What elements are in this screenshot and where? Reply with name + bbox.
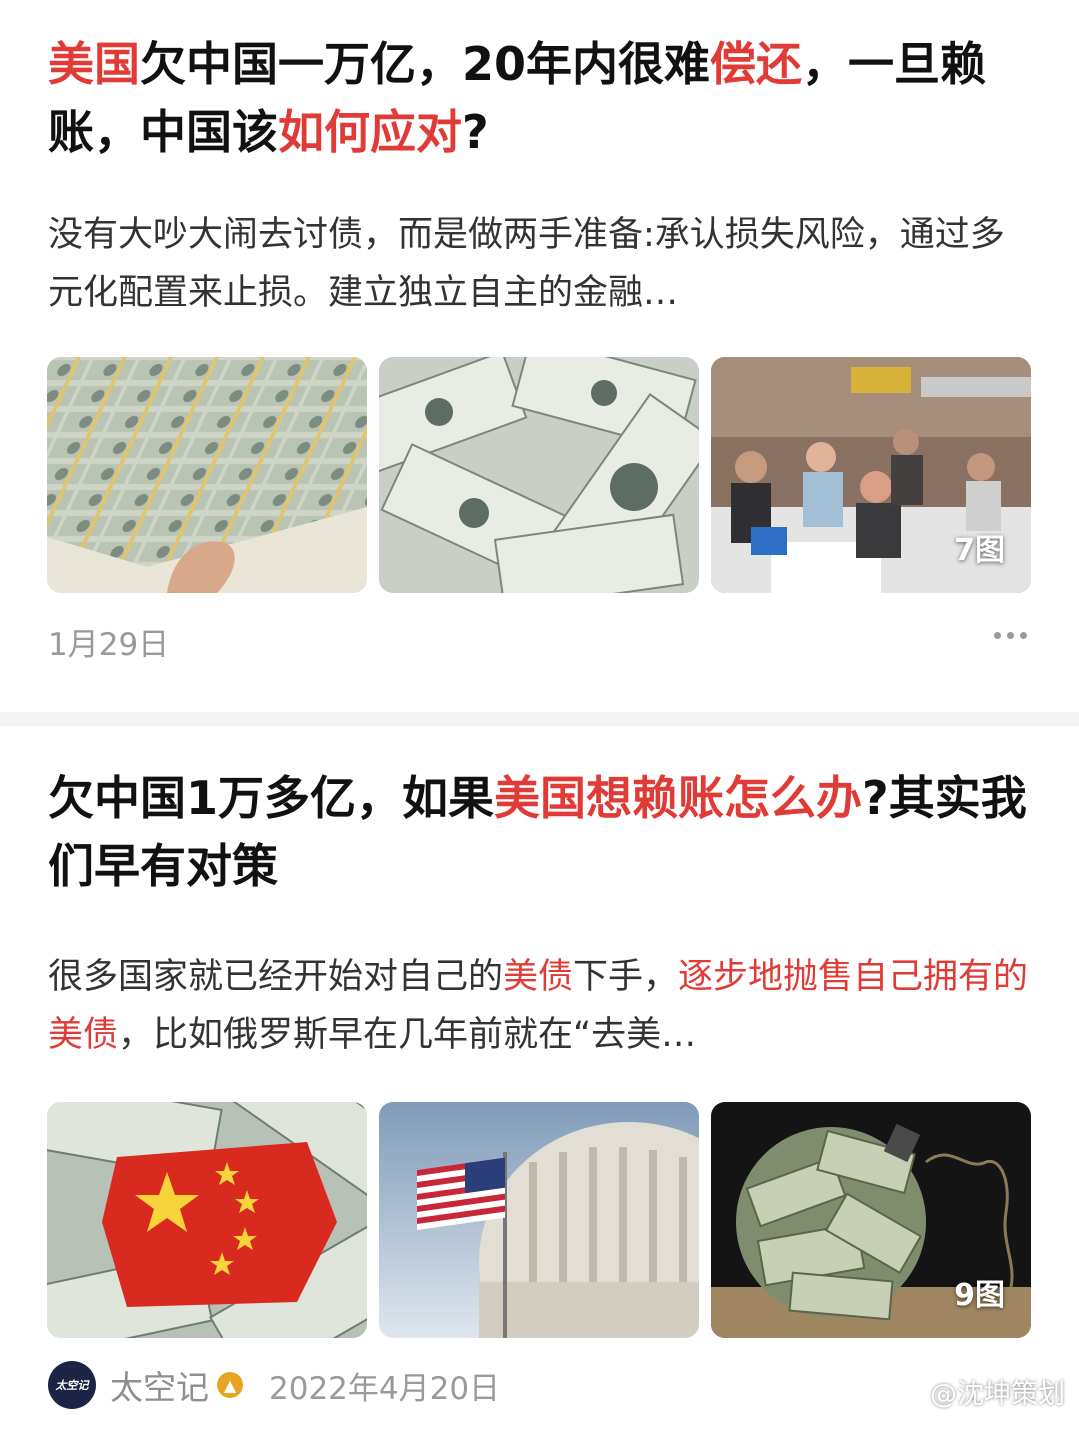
money-stack-image[interactable] bbox=[47, 357, 367, 593]
article-1-image-row[interactable]: 7图 bbox=[47, 357, 1031, 593]
article-1-summary: 没有大吵大闹去讨债，而是做两手准备:承认损失风险，通过多元化配置来止损。建立独立… bbox=[48, 215, 1005, 313]
article-2-date: 2022年4月20日 bbox=[269, 1370, 501, 1407]
watermark-text: @沈坤策划 bbox=[930, 1379, 1065, 1410]
title-part: 欠中国一万亿，20年内很难 bbox=[140, 37, 711, 91]
china-flag-money-image[interactable] bbox=[47, 1102, 367, 1338]
summary-part: 很多国家就已经开始对自己的 bbox=[48, 957, 504, 997]
dollar-bills-image[interactable] bbox=[379, 357, 699, 593]
verified-badge-icon: ▲ bbox=[217, 1372, 243, 1398]
title-part: ? bbox=[462, 105, 489, 159]
title-part: 如何应对 bbox=[278, 105, 462, 159]
summary-part: ，比如俄罗斯早在几年前就在“去美… bbox=[118, 1015, 697, 1055]
us-capitol-flag-image[interactable] bbox=[379, 1102, 699, 1338]
summary-part: 下手， bbox=[573, 957, 679, 997]
article-1-date: 1月29日 bbox=[48, 627, 170, 663]
more-options-icon[interactable] bbox=[994, 632, 1027, 639]
card-separator bbox=[0, 712, 1079, 726]
summary-part: 美债 bbox=[503, 957, 574, 997]
image-count-badge: 7图 bbox=[954, 533, 1005, 568]
image-count-badge: 9图 bbox=[954, 1278, 1005, 1313]
watermark: @沈坤策划 bbox=[894, 1372, 1065, 1411]
article-2-title[interactable]: 欠中国1万多亿，如果美国想赖账怎么办?其实我们早有对策 bbox=[48, 764, 1033, 900]
weibo-logo-icon bbox=[894, 1381, 923, 1404]
article-2-image-row[interactable]: 9图 bbox=[47, 1102, 1031, 1338]
title-part: 美国 bbox=[48, 37, 140, 91]
article-1-title[interactable]: 美国欠中国一万亿，20年内很难偿还，一旦赖账，中国该如何应对? bbox=[48, 30, 1033, 166]
author-name[interactable]: 太空记 bbox=[110, 1361, 209, 1409]
supermarket-checkout-image[interactable]: 7图 bbox=[711, 357, 1031, 593]
article-2-summary: 很多国家就已经开始对自己的美债下手，逐步地抛售自己拥有的美债，比如俄罗斯早在几年… bbox=[48, 948, 1033, 1064]
title-part: 美国想赖账怎么办 bbox=[494, 771, 863, 825]
title-part: 欠中国1万多亿，如果 bbox=[48, 771, 495, 825]
money-bomb-image[interactable]: 9图 bbox=[711, 1102, 1031, 1338]
title-part: 偿还 bbox=[710, 37, 803, 91]
article-card-1[interactable]: 美国欠中国一万亿，20年内很难偿还，一旦赖账，中国该如何应对? 没有大吵大闹去讨… bbox=[0, 0, 1079, 712]
article-card-2[interactable]: 欠中国1万多亿，如果美国想赖账怎么办?其实我们早有对策 很多国家就已经开始对自己… bbox=[0, 726, 1079, 1431]
article-2-footer: 太空记 太空记 ▲ 2022年4月20日 bbox=[48, 1361, 501, 1409]
avatar[interactable]: 太空记 bbox=[48, 1361, 96, 1409]
